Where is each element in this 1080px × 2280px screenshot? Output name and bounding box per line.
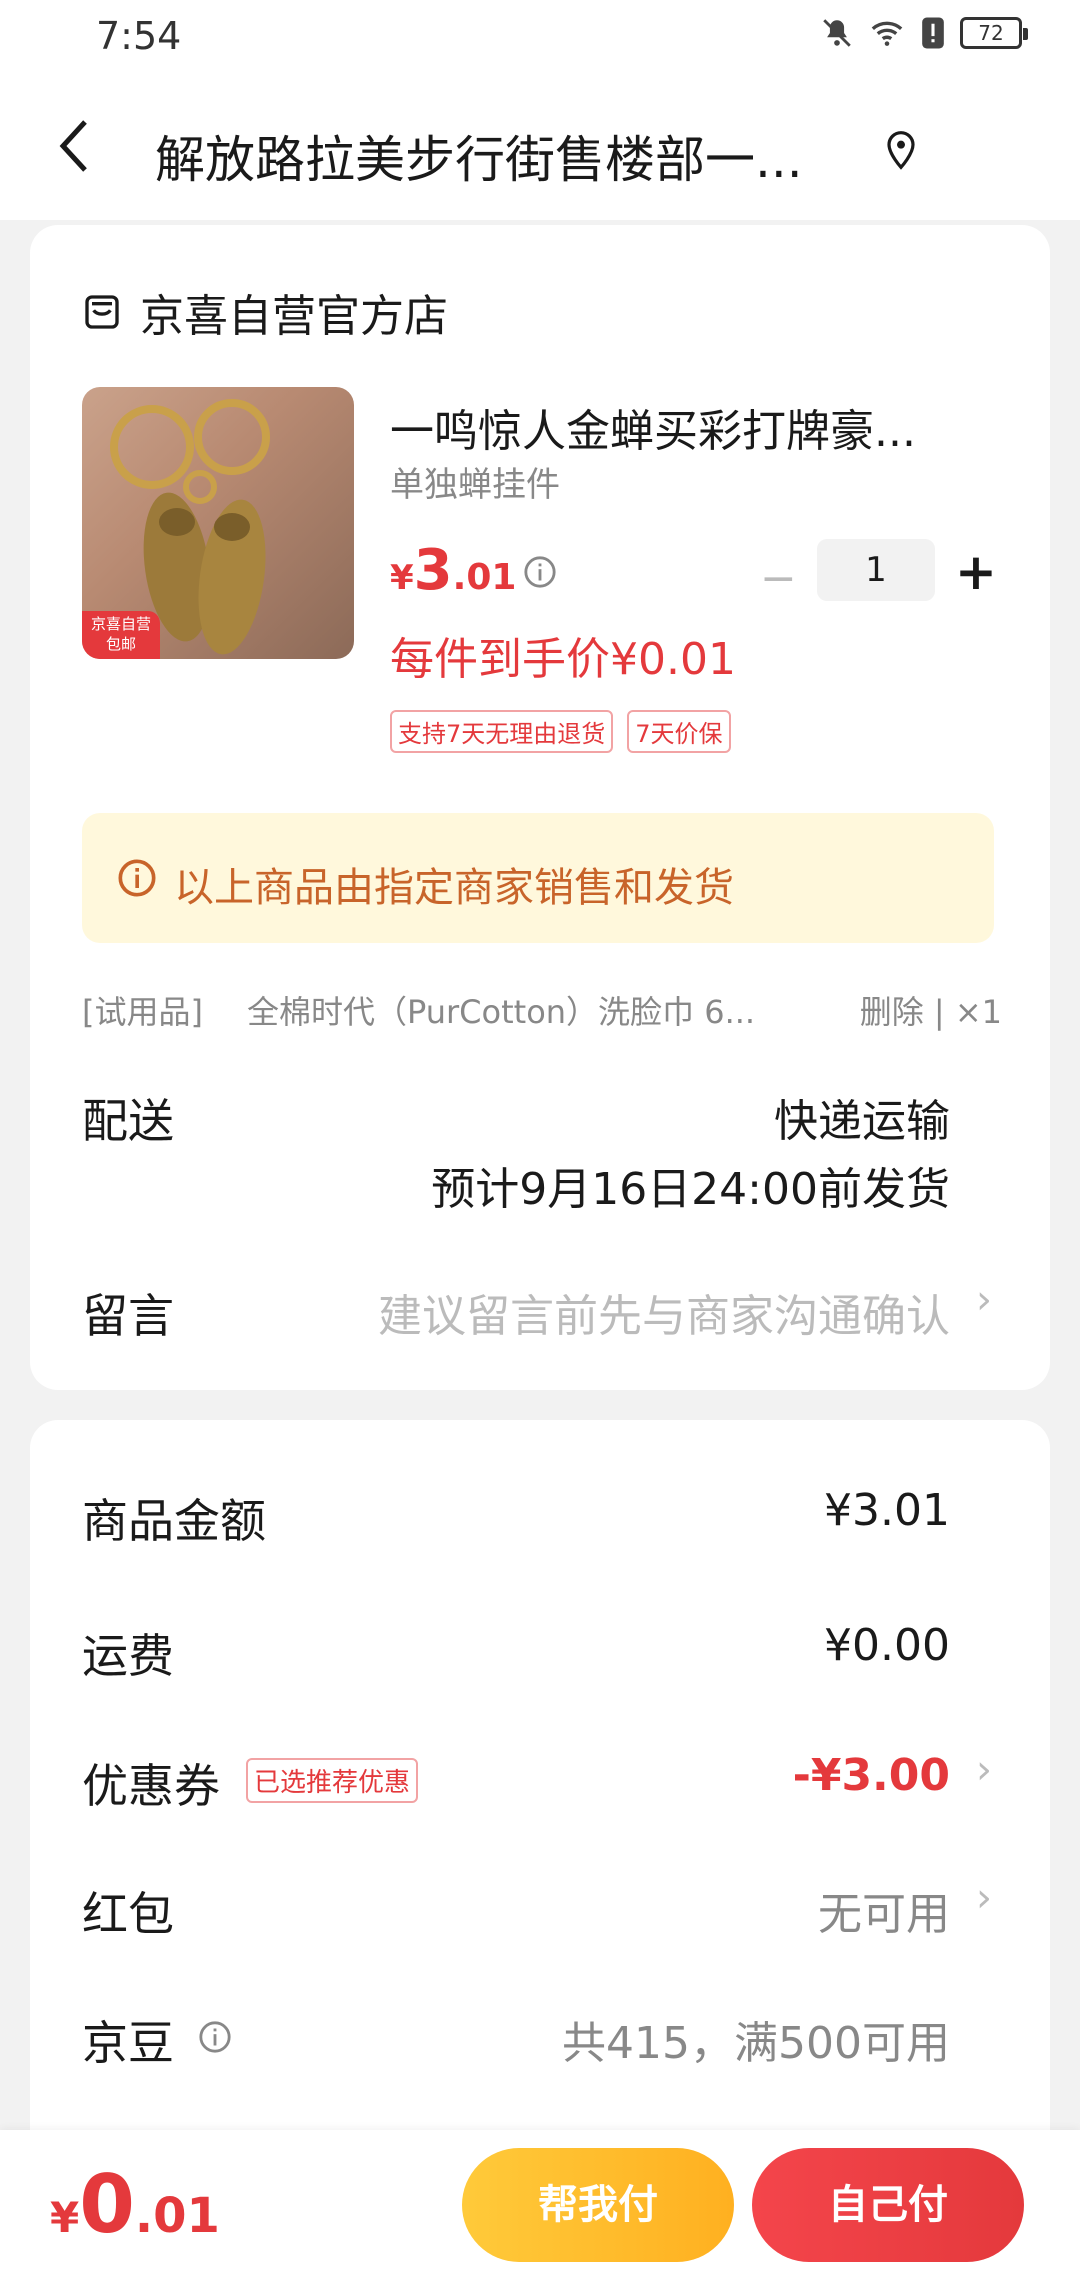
gift-name[interactable]: 全棉时代（PurCotton）洗脸巾 6...: [247, 987, 807, 1033]
coupon-label: 优惠券: [82, 1759, 220, 1813]
location-pin-icon[interactable]: [885, 130, 917, 174]
delivery-label: 配送: [82, 1094, 174, 1148]
final-price: 每件到手价¥0.01: [390, 634, 736, 685]
total-price: ¥0.01: [50, 2158, 220, 2251]
unit-price: ¥3.01: [390, 538, 516, 603]
free-shipping-badge: 京喜自营 包邮: [82, 611, 160, 659]
bell-off-icon: [823, 19, 851, 47]
order-card: 京喜自营官方店 京喜自营 包邮 一鸣惊人金蝉买彩打牌豪... 单独蝉挂件 ¥3.…: [30, 225, 1050, 1390]
status-bar: 7:54 72: [0, 0, 1080, 80]
price-info-icon[interactable]: [523, 555, 557, 593]
jingdou-value: 共415，满500可用: [562, 2018, 950, 2069]
delivery-method: 快递运输: [774, 1096, 950, 1147]
price-int: 3: [413, 538, 453, 603]
return-policy-tag: 支持7天无理由退货: [390, 710, 614, 753]
goods-amount-label: 商品金额: [82, 1494, 266, 1548]
goods-amount-value: ¥3.01: [824, 1485, 950, 1536]
jingdou-label: 京豆: [82, 2016, 174, 2070]
header: 解放路拉美步行街售楼部一...: [0, 80, 1080, 220]
product-title[interactable]: 一鸣惊人金蝉买彩打牌豪...: [390, 395, 1000, 459]
gift-tag: [试用品]: [82, 993, 203, 1031]
total-yen: ¥: [50, 2193, 80, 2242]
total-dec: .01: [134, 2188, 220, 2244]
page-title: 解放路拉美步行街售楼部一...: [155, 131, 803, 189]
gift-delete-button[interactable]: 删除 | ×1: [860, 987, 1002, 1033]
quantity-plus-button[interactable]: +: [955, 543, 997, 601]
price-dec: .01: [452, 557, 517, 598]
help-pay-button[interactable]: 帮我付: [462, 2148, 734, 2262]
notice-text: 以上商品由指定商家销售和发货: [174, 865, 734, 911]
checkout-bar: ¥0.01 帮我付 自己付: [0, 2130, 1080, 2280]
info-icon: [118, 859, 156, 897]
price-protect-tag: 7天价保: [627, 710, 731, 753]
self-pay-button[interactable]: 自己付: [752, 2148, 1024, 2262]
shipping-value: ¥0.00: [824, 1620, 950, 1671]
status-time: 7:54: [96, 14, 182, 58]
service-tags: 支持7天无理由退货 7天价保: [390, 710, 731, 753]
wifi-icon: [871, 21, 903, 46]
badge-line1: 京喜自营: [90, 615, 151, 633]
chevron-right-icon[interactable]: ›: [976, 1747, 992, 1793]
quantity-minus-button[interactable]: −: [760, 553, 797, 604]
price-yen: ¥: [390, 558, 414, 598]
coupon-tag: 已选推荐优惠: [246, 1758, 419, 1803]
seller-notice: 以上商品由指定商家销售和发货: [82, 813, 994, 943]
battery-icon: 72: [960, 17, 1028, 49]
total-int: 0: [79, 2158, 135, 2251]
product-image[interactable]: 京喜自营 包邮: [82, 387, 354, 659]
message-input[interactable]: 建议留言前先与商家沟通确认: [378, 1280, 950, 1344]
redpack-value[interactable]: 无可用: [818, 1878, 950, 1942]
shop-row[interactable]: 京喜自营官方店: [82, 280, 448, 344]
jingdou-info-icon[interactable]: [198, 2020, 232, 2058]
quantity-input[interactable]: 1: [817, 539, 935, 601]
shop-name: 京喜自营官方店: [140, 291, 448, 342]
delivery-eta: 预计9月16日24:00前发货: [431, 1164, 950, 1215]
shipping-label: 运费: [82, 1629, 174, 1683]
coupon-value[interactable]: -¥3.00: [793, 1750, 950, 1801]
badge-line2: 包邮: [105, 635, 136, 653]
back-button[interactable]: [55, 116, 105, 186]
chevron-left-icon: [59, 120, 87, 172]
message-label: 留言: [82, 1289, 174, 1343]
alert-icon: [922, 17, 944, 49]
redpack-label: 红包: [82, 1887, 174, 1941]
product-spec[interactable]: 单独蝉挂件: [390, 457, 560, 506]
chevron-right-icon[interactable]: ›: [976, 1277, 992, 1323]
chevron-right-icon[interactable]: ›: [976, 1875, 992, 1921]
shop-icon: [85, 295, 119, 329]
status-icons: 72: [820, 16, 1028, 50]
